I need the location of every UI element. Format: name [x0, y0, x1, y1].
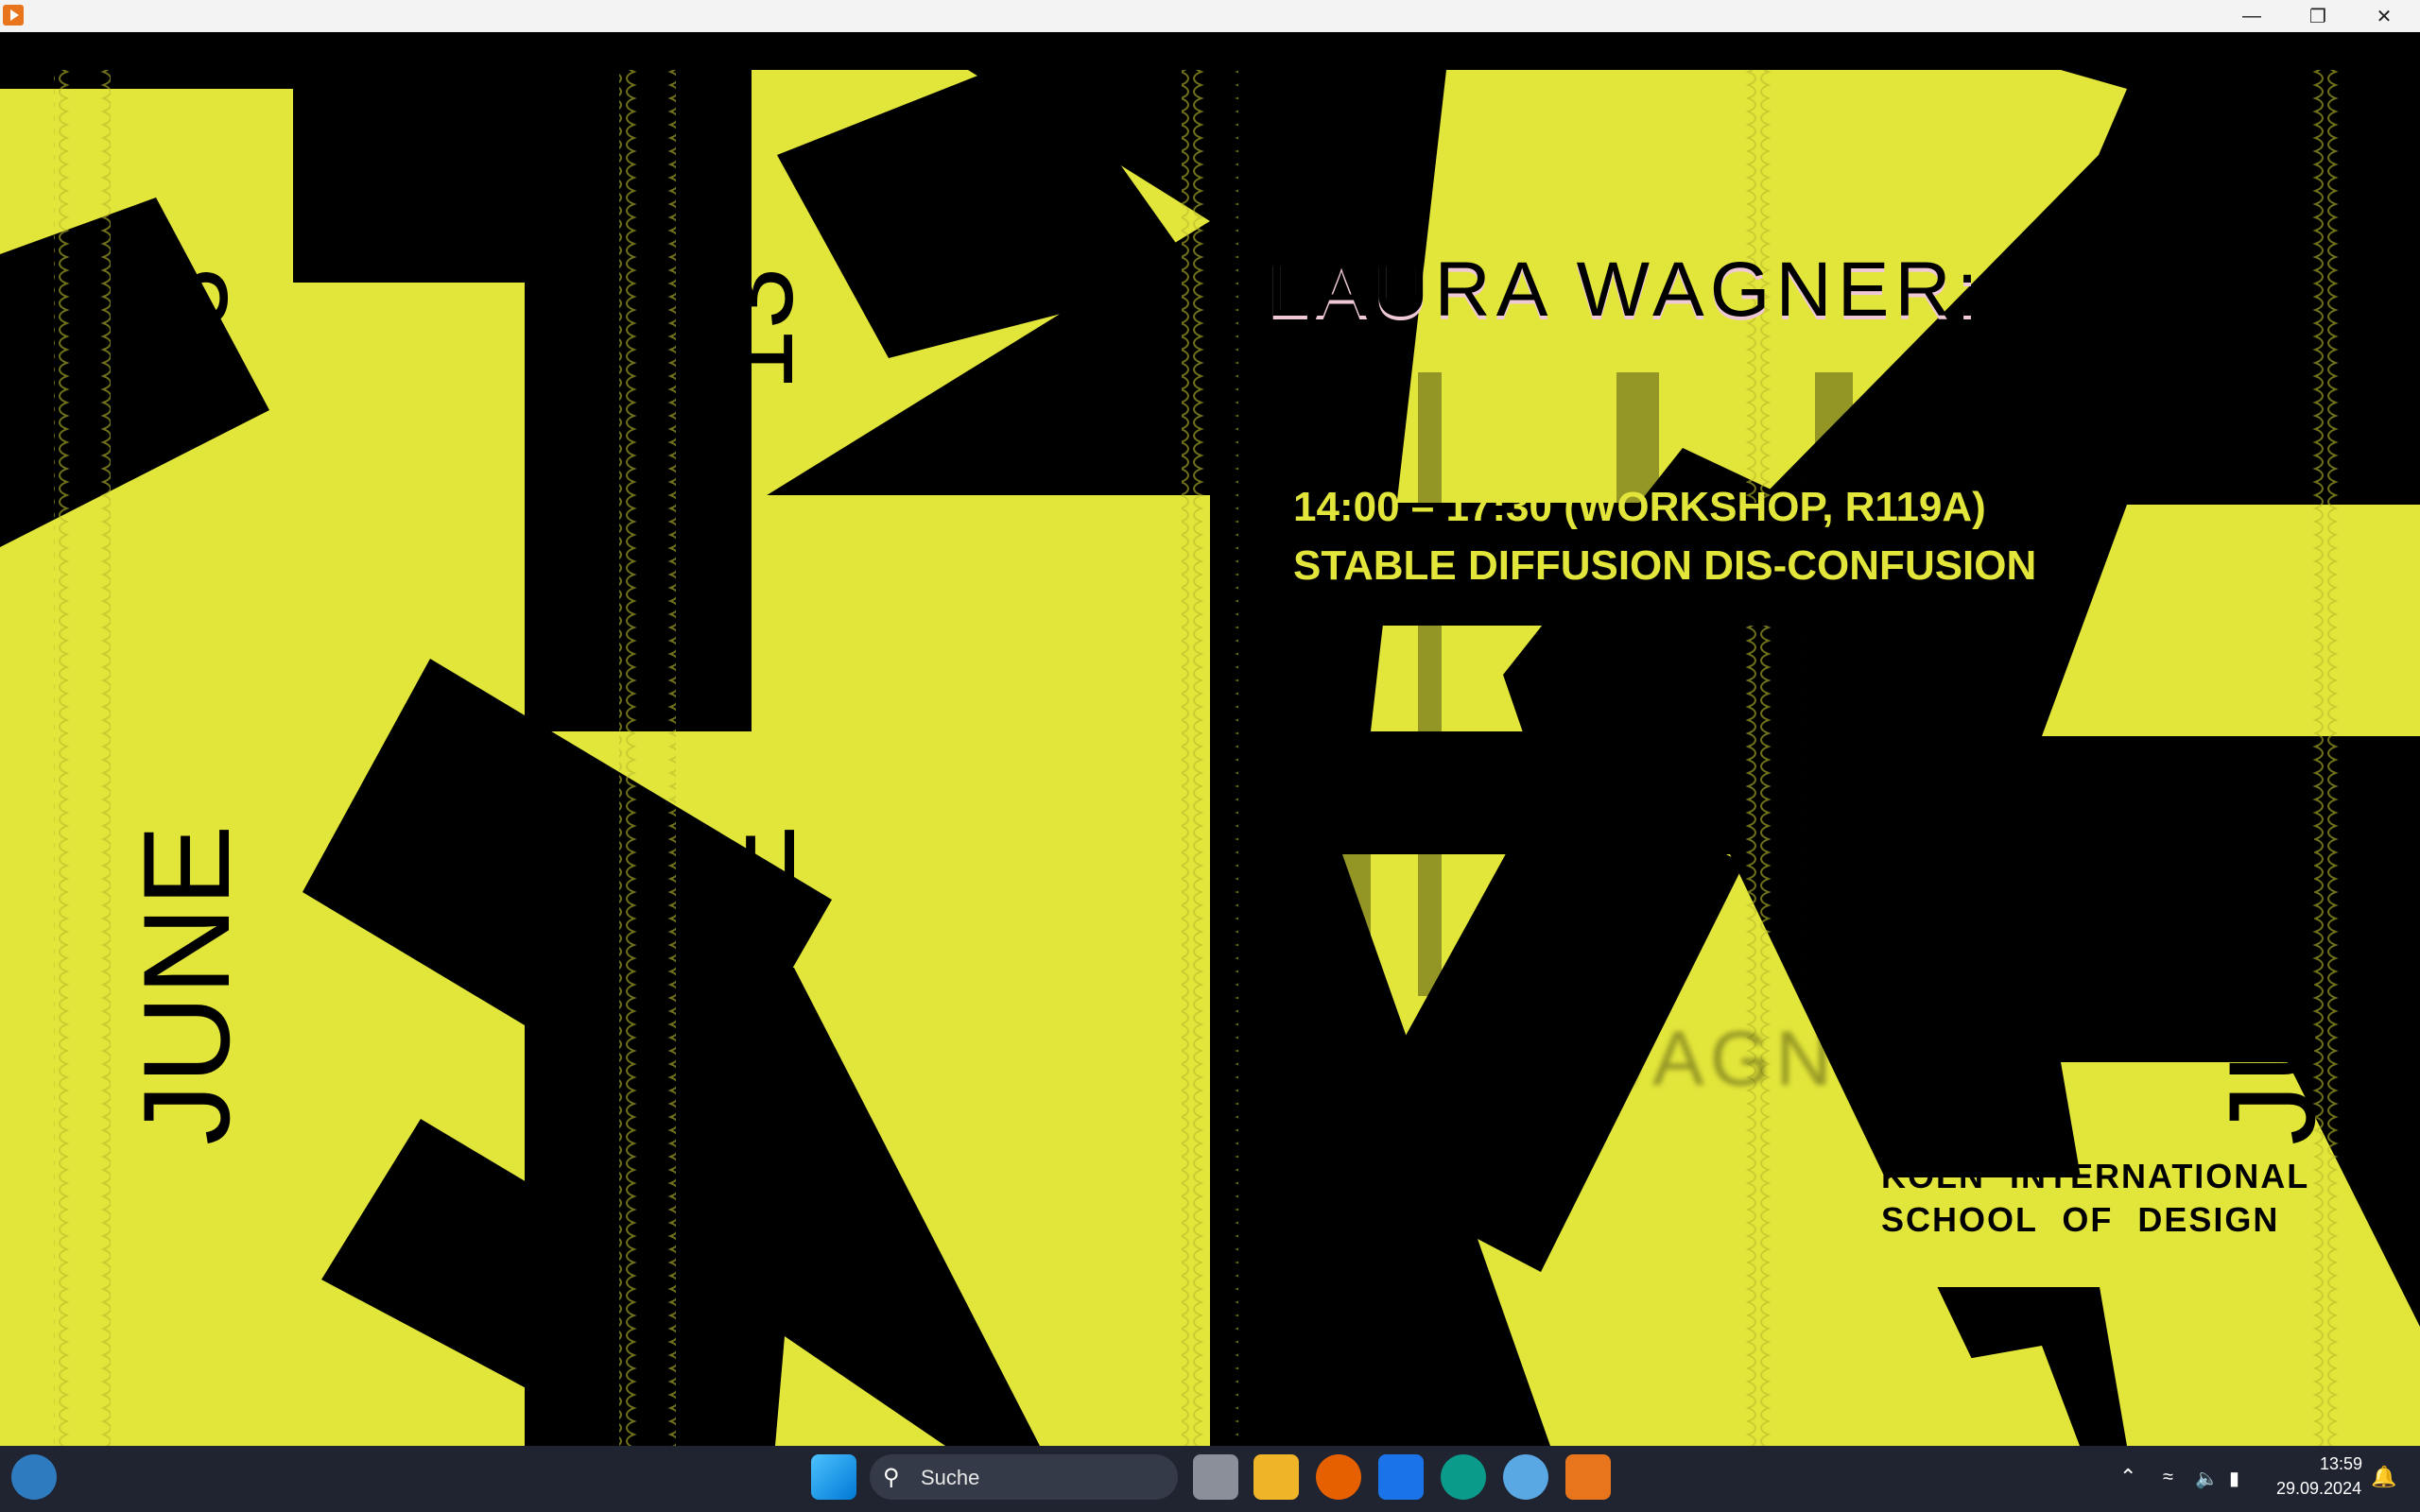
docs-icon[interactable] — [1378, 1454, 1424, 1500]
restore-icon[interactable]: ❐ — [2286, 0, 2350, 32]
search-icon: ⚲ — [883, 1465, 900, 1490]
chevron-up-icon[interactable]: ⌃ — [2119, 1465, 2136, 1489]
volume-icon[interactable]: 🔈 — [2195, 1467, 2219, 1490]
notification-bell-icon[interactable]: 🔔 — [2371, 1465, 2396, 1489]
school-name-line2: SCHOOL OF DESIGN — [1881, 1200, 2280, 1239]
close-icon[interactable]: ✕ — [2352, 0, 2416, 32]
task-view-icon[interactable] — [1193, 1454, 1238, 1500]
date-day: 13 — [692, 267, 817, 391]
file-explorer-icon[interactable] — [1253, 1454, 1299, 1500]
search-placeholder: Suche — [921, 1466, 980, 1489]
search-input[interactable] — [870, 1454, 1178, 1500]
date-month: JUNE — [683, 825, 821, 1145]
paint-icon[interactable] — [1503, 1454, 1548, 1500]
media-player-icon — [3, 5, 24, 26]
edge-icon[interactable] — [1441, 1454, 1486, 1500]
clock-date[interactable]: 29.09.2024 — [2276, 1479, 2361, 1499]
start-icon[interactable] — [811, 1454, 856, 1500]
event-time: 14:00 – 17:30 (WORKSHOP, R119A) — [1293, 484, 1986, 530]
wifi-icon[interactable]: ≈ — [2163, 1467, 2173, 1488]
firefox-icon[interactable] — [1316, 1454, 1361, 1500]
date-day: 13 — [2212, 267, 2337, 391]
school-name-line1: KÖLN INTERNATIONAL — [1881, 1157, 2310, 1195]
weather-icon[interactable] — [11, 1454, 57, 1500]
date-day: 13 — [127, 267, 251, 391]
clock-time[interactable]: 13:59 — [2320, 1454, 2362, 1474]
date-month: JUNE — [2203, 825, 2341, 1145]
media-player-icon[interactable] — [1565, 1454, 1611, 1500]
minimize-icon[interactable]: — — [2220, 0, 2284, 32]
poster-canvas: 13 13 13 JUNE JUNE JUNE LAURA WAGNER: LA… — [0, 32, 2420, 1446]
event-title: STABLE DIFFUSION DIS-CONFUSION — [1293, 542, 2037, 589]
window-titlebar: — ❐ ✕ — [0, 0, 2420, 32]
speaker-name-reflection: LAURA WAGNER: — [1267, 1016, 1984, 1102]
battery-icon[interactable]: ▮ — [2229, 1467, 2239, 1490]
speaker-name: LAURA WAGNER: — [1267, 247, 1984, 333]
date-month: JUNE — [117, 825, 255, 1145]
